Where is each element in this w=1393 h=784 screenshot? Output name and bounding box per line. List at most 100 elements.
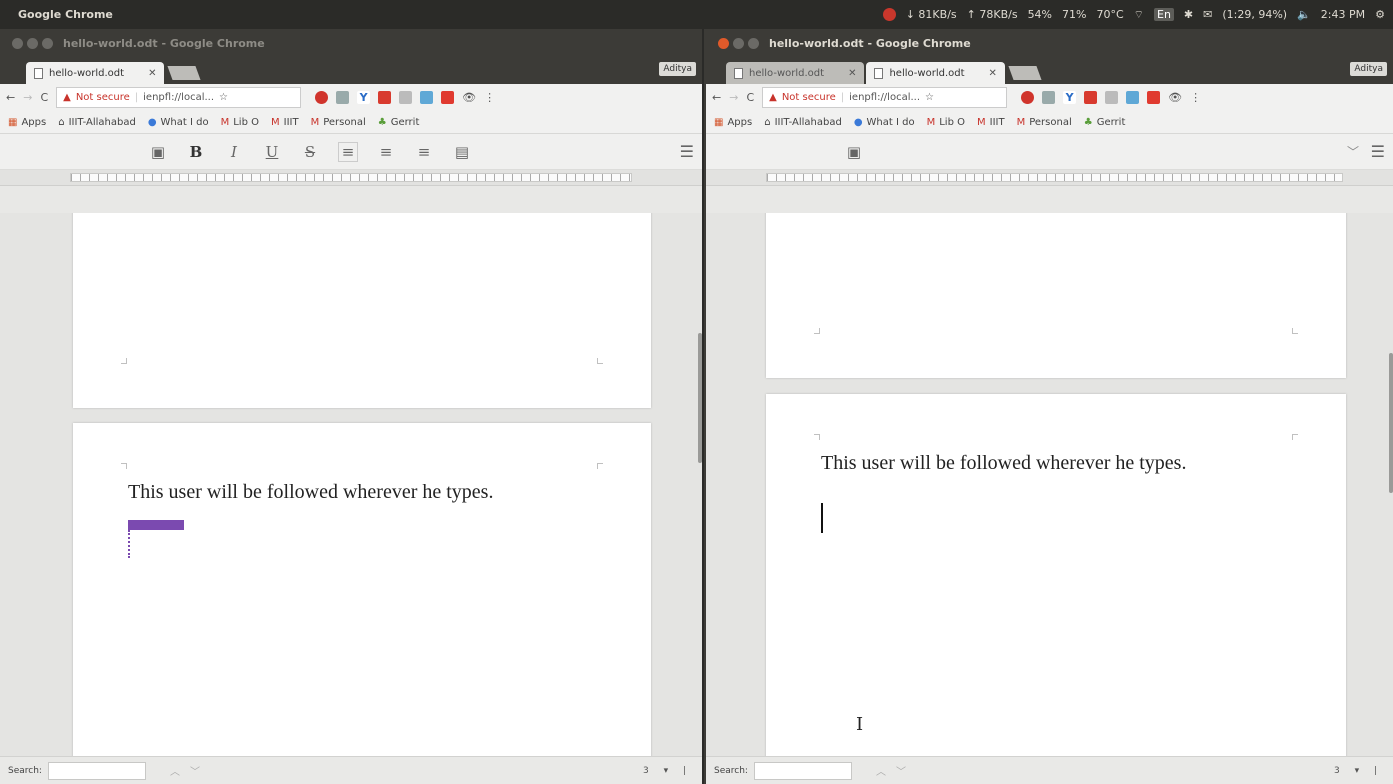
clock[interactable]: 2:43 PM xyxy=(1321,8,1365,21)
align-left-icon[interactable]: ≡ xyxy=(338,141,358,162)
grid-extension-icon[interactable] xyxy=(399,91,413,104)
wifi-icon[interactable]: ⌔ xyxy=(1134,8,1144,22)
stop-extension-icon[interactable] xyxy=(315,91,329,104)
margin-corner xyxy=(597,463,603,469)
close-tab-icon[interactable]: ✕ xyxy=(989,68,997,79)
volume-icon[interactable]: 🔈 xyxy=(1297,8,1311,21)
vertical-scrollbar[interactable] xyxy=(698,333,702,463)
search-input[interactable] xyxy=(47,761,146,780)
battery-status[interactable]: (1:29, 94%) xyxy=(1222,8,1287,21)
minimize-window-button[interactable] xyxy=(27,37,38,49)
y-extension-icon[interactable]: Y xyxy=(1063,91,1077,104)
y-extension-icon[interactable]: Y xyxy=(357,91,371,104)
eye-extension-icon[interactable]: 👁 xyxy=(462,91,476,104)
bookmark-personal[interactable]: M Personal xyxy=(1017,117,1072,128)
bookmark-gerrit[interactable]: ♣ Gerrit xyxy=(1084,117,1126,128)
map-extension-icon[interactable] xyxy=(420,91,434,104)
settings-gear-icon[interactable]: ⚙ xyxy=(1375,8,1385,21)
bookmark-star-icon[interactable]: ☆ xyxy=(925,92,934,103)
youtube-extension-icon[interactable] xyxy=(1147,91,1161,104)
new-tab-button[interactable] xyxy=(1008,66,1042,80)
close-tab-icon[interactable]: ✕ xyxy=(148,68,156,79)
underline-button[interactable]: U xyxy=(262,142,282,162)
omnibox[interactable]: ▲ Not secure | ienpfl://local... ☆ xyxy=(762,87,1008,108)
stop-extension-icon[interactable] xyxy=(1021,91,1035,104)
document-paragraph[interactable]: This user will be followed wherever he t… xyxy=(821,452,1186,475)
bookmark-iiit-allahabad[interactable]: ⌂ IIIT-Allahabad xyxy=(58,117,136,128)
page-indicator[interactable]: 3 ▾ | xyxy=(643,766,692,776)
bookmark-apps[interactable]: ▦ Apps xyxy=(8,117,46,128)
document-paragraph[interactable]: This user will be followed wherever he t… xyxy=(128,481,493,504)
extension-icon[interactable] xyxy=(336,91,350,104)
document-page-2: This user will be followed wherever he t… xyxy=(766,394,1346,756)
grid-extension-icon[interactable] xyxy=(1105,91,1119,104)
warning-icon: ▲ xyxy=(63,92,71,103)
vertical-scrollbar[interactable] xyxy=(1389,353,1393,493)
record-icon[interactable] xyxy=(882,8,896,21)
profile-button[interactable]: Aditya xyxy=(659,62,696,76)
back-icon[interactable]: ← xyxy=(6,91,15,104)
gmail-icon: M xyxy=(976,116,986,128)
menu-dots-icon[interactable]: ⋮ xyxy=(1190,91,1201,104)
bookmark-personal[interactable]: M Personal xyxy=(311,117,366,128)
extension-icon[interactable] xyxy=(1042,91,1056,104)
document-canvas[interactable]: This user will be followed wherever he t… xyxy=(706,213,1393,756)
close-window-button[interactable] xyxy=(12,37,23,49)
pdf-extension-icon[interactable] xyxy=(1084,91,1098,104)
bookmark-star-icon[interactable]: ☆ xyxy=(219,92,228,103)
map-extension-icon[interactable] xyxy=(1126,91,1140,104)
new-tab-button[interactable] xyxy=(167,66,202,80)
reload-icon[interactable]: C xyxy=(40,91,48,104)
bookmark-what-i-do[interactable]: ● What I do xyxy=(854,117,915,128)
youtube-extension-icon[interactable] xyxy=(441,91,455,104)
bookmark-lib-o[interactable]: M Lib O xyxy=(927,117,965,128)
strikethrough-button[interactable]: S xyxy=(300,142,320,162)
mail-icon[interactable]: ✉ xyxy=(1203,8,1212,21)
maximize-window-button[interactable] xyxy=(748,37,759,49)
eye-extension-icon[interactable]: 👁 xyxy=(1168,91,1182,104)
institute-icon: ⌂ xyxy=(58,116,65,128)
document-page-1 xyxy=(766,213,1346,378)
bookmark-iiit-allahabad[interactable]: ⌂ IIIT-Allahabad xyxy=(764,117,842,128)
back-icon[interactable]: ← xyxy=(712,91,721,104)
minimize-window-button[interactable] xyxy=(733,37,744,49)
pdf-extension-icon[interactable] xyxy=(378,91,392,104)
bookmark-iiit[interactable]: M IIIT xyxy=(271,117,299,128)
bookmark-apps[interactable]: ▦ Apps xyxy=(714,117,752,128)
align-right-icon[interactable]: ≡ xyxy=(414,142,434,162)
maximize-window-button[interactable] xyxy=(42,37,53,49)
reload-icon[interactable]: C xyxy=(746,91,754,104)
align-center-icon[interactable]: ≡ xyxy=(376,142,396,162)
margin-corner xyxy=(121,358,127,364)
chevron-down-icon[interactable]: ﹀ xyxy=(1347,143,1359,160)
bluetooth-icon[interactable]: ✱ xyxy=(1184,8,1193,21)
keyboard-layout[interactable]: En xyxy=(1154,8,1174,21)
tab-hello-world[interactable]: hello-world.odt ✕ xyxy=(26,62,165,84)
search-input[interactable] xyxy=(753,761,852,780)
close-window-button[interactable] xyxy=(718,37,729,49)
omnibox[interactable]: ▲ Not secure | ienpfl://local... ☆ xyxy=(56,87,302,108)
tab-hello-world-active[interactable]: hello-world.odt ✕ xyxy=(866,62,1005,84)
insert-image-icon[interactable]: ▣ xyxy=(148,142,168,162)
bold-button[interactable]: B xyxy=(186,142,206,162)
bookmark-iiit[interactable]: M IIIT xyxy=(977,117,1005,128)
italic-button[interactable]: I xyxy=(224,142,244,162)
find-nav-arrows[interactable]: ︿﹀ xyxy=(170,763,210,778)
justify-icon[interactable]: ▤ xyxy=(452,142,472,162)
temperature: 70°C xyxy=(1096,8,1124,21)
bookmark-lib-o[interactable]: M Lib O xyxy=(221,117,259,128)
find-nav-arrows[interactable]: ︿﹀ xyxy=(876,763,916,778)
close-tab-icon[interactable]: ✕ xyxy=(848,68,856,79)
insert-image-icon[interactable]: ▣ xyxy=(844,142,864,162)
hamburger-menu-icon[interactable]: ☰ xyxy=(680,142,694,161)
bookmark-what-i-do[interactable]: ● What I do xyxy=(148,117,209,128)
forward-icon[interactable]: → xyxy=(729,91,738,104)
profile-button[interactable]: Aditya xyxy=(1350,62,1387,76)
menu-dots-icon[interactable]: ⋮ xyxy=(484,91,495,104)
forward-icon[interactable]: → xyxy=(23,91,32,104)
hamburger-menu-icon[interactable]: ☰ xyxy=(1371,142,1385,161)
tab-hello-world-inactive[interactable]: hello-world.odt ✕ xyxy=(726,62,865,84)
document-canvas[interactable]: This user will be followed wherever he t… xyxy=(0,213,702,756)
bookmark-gerrit[interactable]: ♣ Gerrit xyxy=(378,117,420,128)
page-indicator[interactable]: 3 ▾ | xyxy=(1334,766,1383,776)
